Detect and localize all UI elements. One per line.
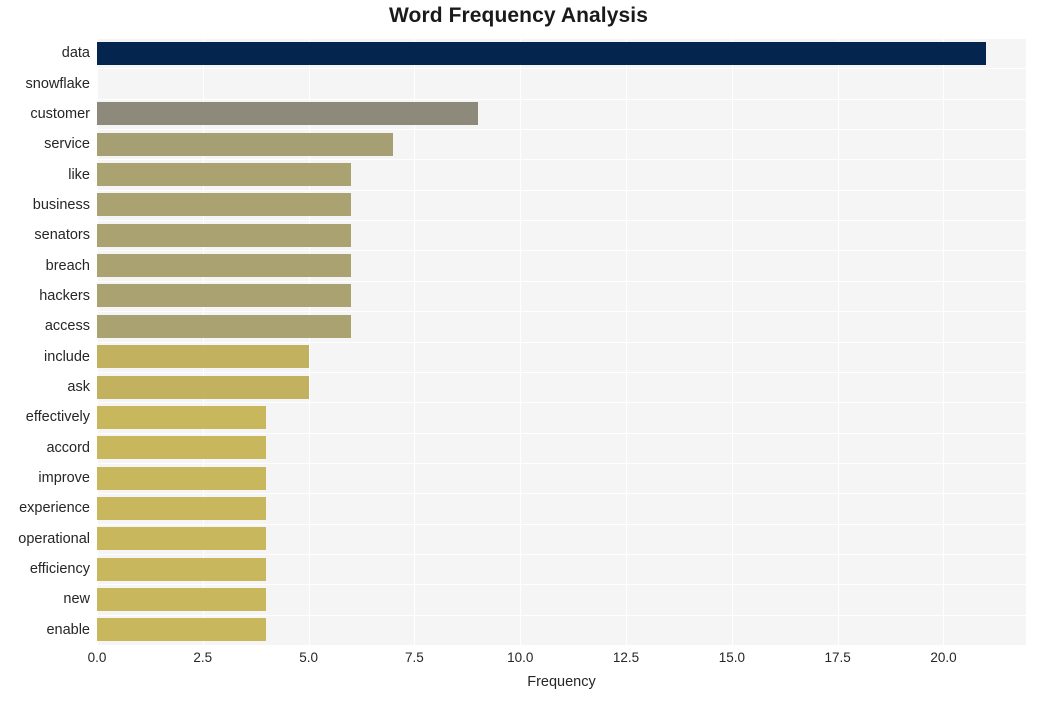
bar [97, 618, 267, 642]
y-axis-tick-label: include [44, 348, 90, 365]
y-axis-tick-label: data [61, 45, 90, 62]
y-axis-tick-labels: data snowflake customer service like business… [0, 38, 90, 645]
x-axis-tick-label: 17.5 [824, 650, 851, 665]
x-axis-tick-label: 7.5 [405, 650, 424, 665]
x-axis-tick-label: 20.0 [930, 650, 957, 665]
bar [97, 254, 351, 278]
y-axis-tick-label: access [44, 318, 90, 335]
bar [97, 223, 351, 247]
bar [97, 527, 267, 551]
bar [97, 163, 351, 187]
x-axis-tick-labels: 0.0 2.5 5.0 7.5 10.0 12.5 15.0 17.5 20.0 [88, 650, 1026, 670]
bar [97, 405, 267, 429]
bar [97, 284, 351, 308]
bar [97, 41, 986, 65]
x-axis-tick-label: 15.0 [718, 650, 745, 665]
x-axis-tick-label: 12.5 [612, 650, 640, 665]
y-axis-tick-label: enable [46, 621, 90, 638]
bar [97, 587, 267, 611]
x-axis-tick-label: 2.5 [193, 650, 213, 665]
y-axis-tick-label: business [32, 196, 90, 213]
bar [97, 557, 267, 581]
bar [97, 193, 351, 217]
y-axis-tick-label: efficiency [29, 561, 90, 578]
x-axis-tick-label: 0.0 [87, 650, 107, 665]
x-axis-title: Frequency [527, 674, 596, 690]
bar [97, 375, 309, 399]
page-title: Word Frequency Analysis [388, 4, 649, 27]
y-axis-tick-label: operational [18, 530, 90, 547]
bar [97, 466, 267, 490]
bar [97, 102, 478, 126]
bar [97, 72, 859, 95]
y-axis-tick-label: effectively [25, 409, 90, 426]
y-axis-tick-label: customer [30, 105, 90, 122]
y-axis-tick-label: hackers [39, 287, 90, 304]
gridline-horizontal [97, 645, 1026, 646]
x-axis-tick-label: 10.0 [507, 650, 534, 665]
bar [97, 132, 394, 156]
bar [97, 436, 267, 460]
y-axis-tick-label: service [44, 136, 90, 153]
y-axis-tick-label: senators [34, 227, 90, 244]
y-axis-tick-label: new [63, 591, 90, 608]
y-axis-tick-label: accord [46, 439, 90, 456]
bar [97, 496, 267, 520]
bars-layer [97, 38, 1026, 645]
plot-area [97, 38, 1026, 646]
y-axis-tick-label: snowflake [25, 75, 90, 92]
y-axis-tick-label: ask [67, 379, 90, 396]
y-axis-tick-label: like [68, 166, 90, 183]
x-axis-tick-label: 5.0 [299, 650, 318, 665]
bar [97, 345, 309, 369]
y-axis-tick-label: improve [38, 470, 90, 487]
y-axis-tick-label: breach [45, 257, 90, 274]
chart-figure: Word Frequency Analysis data snowflake cus… [0, 0, 1037, 701]
bar [97, 314, 351, 338]
y-axis-tick-label: experience [19, 500, 90, 517]
